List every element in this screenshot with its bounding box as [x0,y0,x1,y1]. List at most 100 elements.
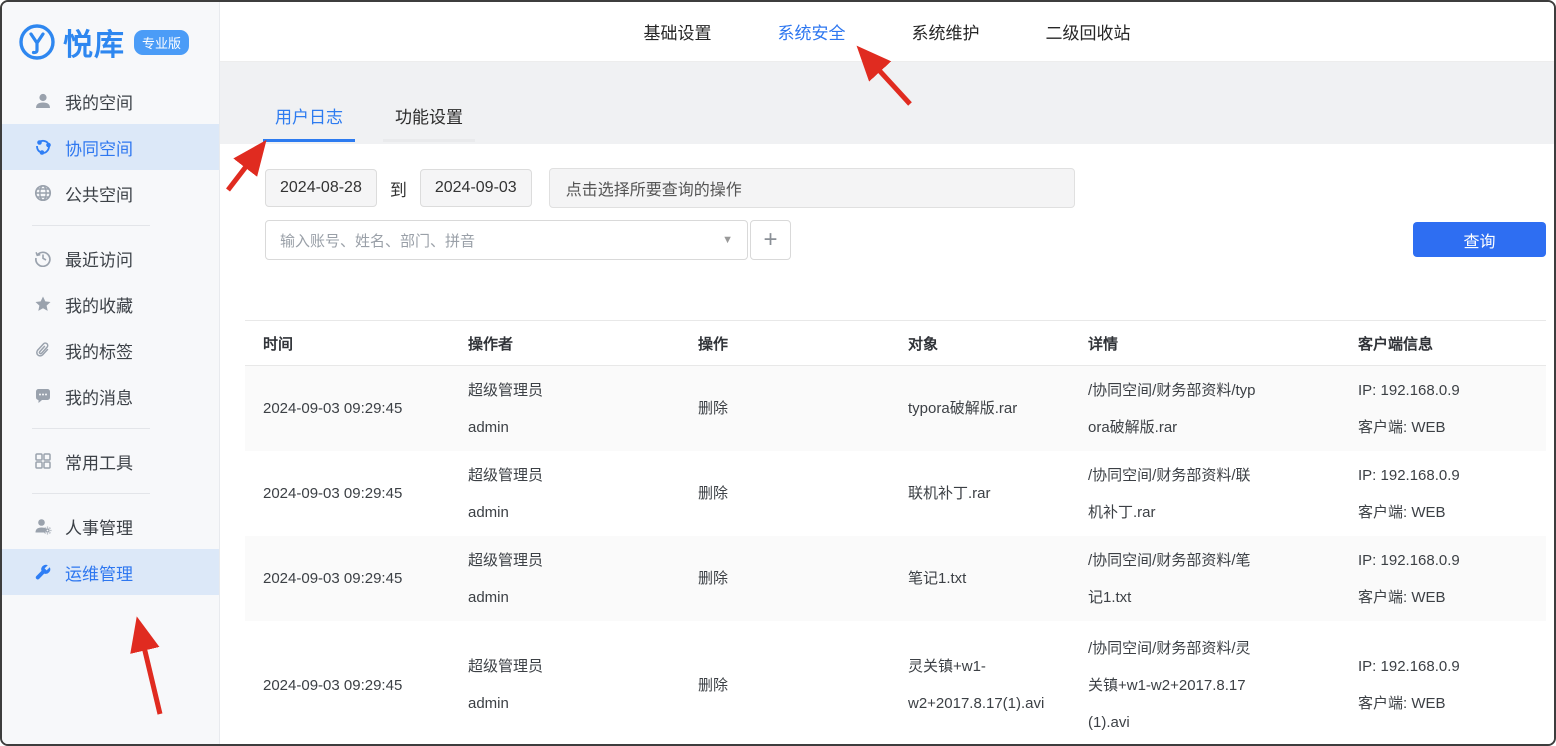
sidebar-item-label: 我的消息 [65,384,133,409]
tab-active-underline [263,139,355,142]
star-icon [34,295,52,313]
cell-detail: /协同空间/财务部资料/联机补丁.rar [1070,457,1340,531]
nav-basic-settings[interactable]: 基础设置 [644,19,712,44]
wrench-icon [34,563,52,581]
sidebar-item-hr[interactable]: 人事管理 [2,503,219,549]
sidebar: 悦库 专业版 我的空间 协同空间 [2,2,220,744]
nav-system-security[interactable]: 系统安全 [778,19,846,44]
cell-operator: 超级管理员admin [450,372,680,446]
cell-action: 删除 [680,475,890,512]
cell-operator: 超级管理员admin [450,648,680,722]
history-clock-icon [34,249,52,267]
cell-object: 联机补丁.rar [890,475,1070,512]
share-network-icon [34,138,52,156]
message-bubble-icon [34,387,52,405]
table-row: 2024-09-03 09:29:45 超级管理员admin 删除 typora… [245,366,1546,451]
account-search-placeholder: 输入账号、姓名、部门、拼音 [280,230,722,251]
chevron-down-icon: ▼ [722,234,733,246]
sidebar-item-tags[interactable]: 我的标签 [2,327,219,373]
cell-client: IP: 192.168.0.9客户端: WEB [1340,542,1546,616]
tab-underline [383,139,475,142]
cell-detail: /协同空间/财务部资料/灵关镇+w1-w2+2017.8.17(1).avi [1070,630,1340,741]
user-gear-icon [34,517,52,535]
sidebar-item-my-space[interactable]: 我的空间 [2,78,219,124]
cell-time: 2024-09-03 09:29:45 [245,667,450,704]
cell-time: 2024-09-03 09:29:45 [245,390,450,427]
yueku-logo-icon [18,23,56,61]
filter-row-account: 输入账号、姓名、部门、拼音 ▼ + 查询 [265,220,1546,260]
tab-label: 功能设置 [395,108,463,127]
col-header-operator: 操作者 [450,333,680,354]
sidebar-item-recent[interactable]: 最近访问 [2,235,219,281]
table-header-row: 时间 操作者 操作 对象 详情 客户端信息 [245,320,1546,366]
query-button[interactable]: 查询 [1413,222,1546,257]
filter-row-dates: 2024-08-28 到 2024-09-03 点击选择所要查询的操作 [265,168,1546,208]
cell-time: 2024-09-03 09:29:45 [245,475,450,512]
cell-client: IP: 192.168.0.9客户端: WEB [1340,648,1546,722]
sidebar-item-label: 我的收藏 [65,292,133,317]
cell-action: 删除 [680,560,890,597]
sidebar-item-label: 人事管理 [65,514,133,539]
user-logs-panel: 2024-08-28 到 2024-09-03 点击选择所要查询的操作 输入账号… [220,144,1554,744]
sidebar-item-label: 最近访问 [65,246,133,271]
col-header-detail: 详情 [1070,333,1340,354]
col-header-action: 操作 [680,333,890,354]
sidebar-divider [32,428,150,429]
add-filter-button[interactable]: + [750,220,791,260]
sidebar-item-label: 常用工具 [65,449,133,474]
sidebar-divider [32,225,150,226]
app-window: 悦库 专业版 我的空间 协同空间 [0,0,1556,746]
table-row: 2024-09-03 09:29:45 超级管理员admin 删除 笔记1.tx… [245,536,1546,621]
sidebar-item-public-space[interactable]: 公共空间 [2,170,219,216]
tab-strip: 用户日志 功能设置 [220,62,1554,144]
cell-detail: /协同空间/财务部资料/笔记1.txt [1070,542,1340,616]
sidebar-item-tools[interactable]: 常用工具 [2,438,219,484]
log-table: 时间 操作者 操作 对象 详情 客户端信息 2024-09-03 09:29:4… [245,320,1546,744]
cell-client: IP: 192.168.0.9客户端: WEB [1340,372,1546,446]
grid-apps-icon [34,452,52,470]
tab-function-settings[interactable]: 功能设置 [383,103,475,144]
sidebar-item-collab-space[interactable]: 协同空间 [2,124,219,170]
sidebar-item-ops[interactable]: 运维管理 [2,549,219,595]
edition-badge: 专业版 [134,30,189,55]
table-row: 2024-09-03 09:29:45 超级管理员admin 删除 灵关镇+w1… [245,621,1546,744]
tab-label: 用户日志 [275,108,343,127]
sidebar-item-label: 我的标签 [65,338,133,363]
cell-operator: 超级管理员admin [450,457,680,531]
operation-select-input[interactable]: 点击选择所要查询的操作 [549,168,1075,208]
top-navigation: 基础设置 系统安全 系统维护 二级回收站 [220,2,1554,62]
paperclip-icon [34,341,52,359]
date-to-input[interactable]: 2024-09-03 [420,169,532,207]
cell-detail: /协同空间/财务部资料/typora破解版.rar [1070,372,1340,446]
cell-object: 笔记1.txt [890,560,1070,597]
cell-action: 删除 [680,390,890,427]
sidebar-item-label: 运维管理 [65,560,133,585]
sidebar-divider [32,493,150,494]
col-header-time: 时间 [245,333,450,354]
app-name: 悦库 [63,20,125,64]
sidebar-item-favorites[interactable]: 我的收藏 [2,281,219,327]
app-logo: 悦库 专业版 [2,14,219,78]
sidebar-item-messages[interactable]: 我的消息 [2,373,219,419]
globe-icon [34,184,52,202]
cell-object: typora破解版.rar [890,390,1070,427]
date-range-to-label: 到 [390,176,407,201]
cell-operator: 超级管理员admin [450,542,680,616]
sidebar-item-label: 协同空间 [65,135,133,160]
table-row: 2024-09-03 09:29:45 超级管理员admin 删除 联机补丁.r… [245,451,1546,536]
col-header-client: 客户端信息 [1340,333,1546,354]
sidebar-item-label: 公共空间 [65,181,133,206]
user-icon [34,92,52,110]
main-area: 基础设置 系统安全 系统维护 二级回收站 用户日志 功能设置 2024-08-2… [220,2,1554,744]
col-header-object: 对象 [890,333,1070,354]
account-search-select[interactable]: 输入账号、姓名、部门、拼音 ▼ [265,220,748,260]
sidebar-item-label: 我的空间 [65,89,133,114]
tab-user-logs[interactable]: 用户日志 [263,103,355,144]
cell-time: 2024-09-03 09:29:45 [245,560,450,597]
cell-object: 灵关镇+w1-w2+2017.8.17(1).avi [890,648,1070,722]
nav-recycle-bin[interactable]: 二级回收站 [1046,19,1131,44]
cell-client: IP: 192.168.0.9客户端: WEB [1340,457,1546,531]
cell-action: 删除 [680,667,890,704]
date-from-input[interactable]: 2024-08-28 [265,169,377,207]
nav-system-maintenance[interactable]: 系统维护 [912,19,980,44]
